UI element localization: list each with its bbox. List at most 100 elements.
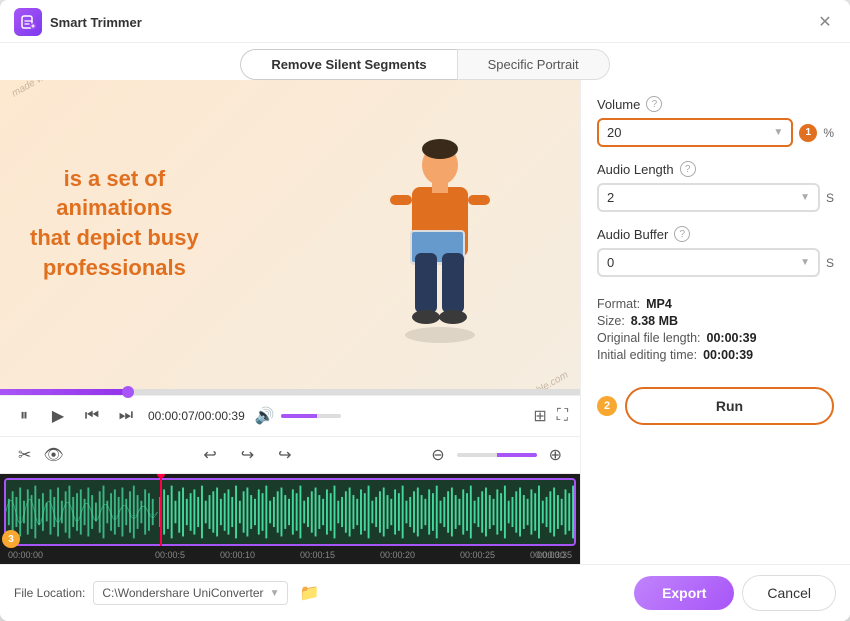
volume-help-icon[interactable]: ? [646,96,662,112]
volume-unit: % [823,126,834,140]
app-title: Smart Trimmer [50,15,142,30]
volume-value: 20 [607,125,621,140]
original-length-value: 00:00:39 [707,331,757,345]
audio-buffer-label-row: Audio Buffer ? [597,226,834,242]
character-figure [380,135,500,335]
file-path-select[interactable]: C:\Wondershare UniConverter ▼ [93,581,288,605]
timeline-playhead[interactable] [160,474,162,546]
video-progress-bar[interactable] [0,389,580,395]
volume-slider[interactable] [281,414,341,418]
audio-length-input-row: 2 ▼ S [597,183,834,212]
volume-badge: 1 [799,124,817,142]
fullscreen-icon[interactable]: ⛶ [557,407,568,425]
initial-time-value: 00:00:39 [703,348,753,362]
file-path-dropdown-icon: ▼ [270,588,280,599]
progress-fill [0,389,128,395]
export-button[interactable]: Export [634,576,734,610]
ts-5: 00:00:5 [155,550,185,560]
title-bar-left: Smart Trimmer [14,8,142,36]
redo-left-button[interactable]: ↪ [235,443,260,467]
cut-icon[interactable]: ✂ [12,443,37,467]
progress-handle[interactable] [122,386,134,398]
main-content: made with Biteable.com made with Biteabl… [0,80,850,564]
ts-15: 00:00:15 [300,550,335,560]
original-length-label: Original file length: [597,331,701,345]
left-panel: made with Biteable.com made with Biteabl… [0,80,580,564]
video-text: is a set of animations that depict busy … [30,163,199,282]
next-button[interactable]: ⏭ [114,404,138,428]
zoom-in-button[interactable]: ⊕ [543,443,568,467]
badge-3: 3 [2,530,20,548]
pause-button[interactable]: ⏸ [12,404,36,428]
volume-icon[interactable]: 🔊 [255,406,275,426]
screenshot-icon[interactable]: ⊞ [533,406,546,426]
video-background: made with Biteable.com made with Biteabl… [0,80,580,389]
volume-field: Volume ? 20 ▼ 1 % [597,96,834,147]
main-window: Smart Trimmer ✕ Remove Silent Segments S… [0,0,850,621]
audio-length-help-icon[interactable]: ? [680,161,696,177]
waveform [6,480,574,544]
cancel-button[interactable]: Cancel [742,575,836,611]
audio-buffer-help-icon[interactable]: ? [674,226,690,242]
format-value: MP4 [646,297,672,311]
zoom-out-button[interactable]: ⊖ [425,443,450,467]
audio-buffer-unit: S [826,256,834,270]
timeline-area[interactable]: 3 [0,474,580,564]
timeline-border [4,478,576,546]
close-button[interactable]: ✕ [814,11,836,33]
audio-length-label: Audio Length [597,162,674,177]
volume-label-row: Volume ? [597,96,834,112]
audio-length-unit: S [826,191,834,205]
play-button[interactable]: ▶ [46,404,70,428]
time-display: 00:00:07/00:00:39 [148,409,245,423]
file-info-block: Format: MP4 Size: 8.38 MB Original file … [597,297,834,365]
folder-button[interactable]: 📁 [296,580,322,606]
undo-button[interactable]: ↩ [197,443,222,467]
video-text-line1: is a set of [30,163,199,193]
ts-10: 00:00:10 [220,550,255,560]
volume-area: 🔊 [255,406,341,426]
size-value: 8.38 MB [631,314,678,328]
ts-35: 00:00:35 [537,550,572,560]
edit-toolbar: ✂ 👁 ↩ ↪ ↪ ⊖ ⊕ [0,436,580,474]
right-panel: Volume ? 20 ▼ 1 % Audio Length ? [580,80,850,564]
volume-select[interactable]: 20 ▼ [597,118,793,147]
video-text-line2: animations [30,193,199,223]
run-button[interactable]: Run [625,387,834,425]
zoom-slider[interactable] [457,453,537,457]
format-row: Format: MP4 [597,297,834,311]
tab-remove-silent[interactable]: Remove Silent Segments [240,49,456,80]
audio-buffer-value: 0 [607,255,614,270]
title-bar: Smart Trimmer ✕ [0,0,850,43]
file-path-value: C:\Wondershare UniConverter [102,586,263,600]
audio-buffer-select[interactable]: 0 ▼ [597,248,820,277]
zoom-controls: ⊖ ⊕ [425,443,568,467]
playback-controls: ⏸ ▶ ⏮ ⏭ 00:00:07/00:00:39 🔊 ⊞ ⛶ [0,395,580,436]
ts-0: 00:00:00 [8,550,43,560]
ts-25: 00:00:25 [460,550,495,560]
initial-time-label: Initial editing time: [597,348,697,362]
audio-buffer-input-row: 0 ▼ S [597,248,834,277]
run-area: 2 Run [597,387,834,425]
video-text-line3: that depict busy [30,223,199,253]
prev-button[interactable]: ⏮ [80,404,104,428]
format-label: Format: [597,297,640,311]
tab-specific-portrait[interactable]: Specific Portrait [457,49,610,80]
bottom-bar: File Location: C:\Wondershare UniConvert… [0,564,850,621]
audio-length-label-row: Audio Length ? [597,161,834,177]
audio-length-select[interactable]: 2 ▼ [597,183,820,212]
redo-right-button[interactable]: ↪ [272,443,297,467]
audio-buffer-dropdown-icon: ▼ [800,257,810,268]
watermark-bottom-right: made with Biteable.com [473,369,570,389]
eye-icon[interactable]: 👁 [37,443,69,467]
badge-2: 2 [597,396,617,416]
file-location-label: File Location: [14,586,85,600]
volume-input-row: 20 ▼ 1 % [597,118,834,147]
audio-buffer-label: Audio Buffer [597,227,668,242]
timeline-timestamps: 00:00:00 00:00:5 00:00:10 00:00:15 00:00… [0,546,580,564]
video-area: made with Biteable.com made with Biteabl… [0,80,580,389]
size-row: Size: 8.38 MB [597,314,834,328]
tab-bar: Remove Silent Segments Specific Portrait [0,43,850,80]
audio-length-dropdown-icon: ▼ [800,192,810,203]
initial-time-row: Initial editing time: 00:00:39 [597,348,834,362]
